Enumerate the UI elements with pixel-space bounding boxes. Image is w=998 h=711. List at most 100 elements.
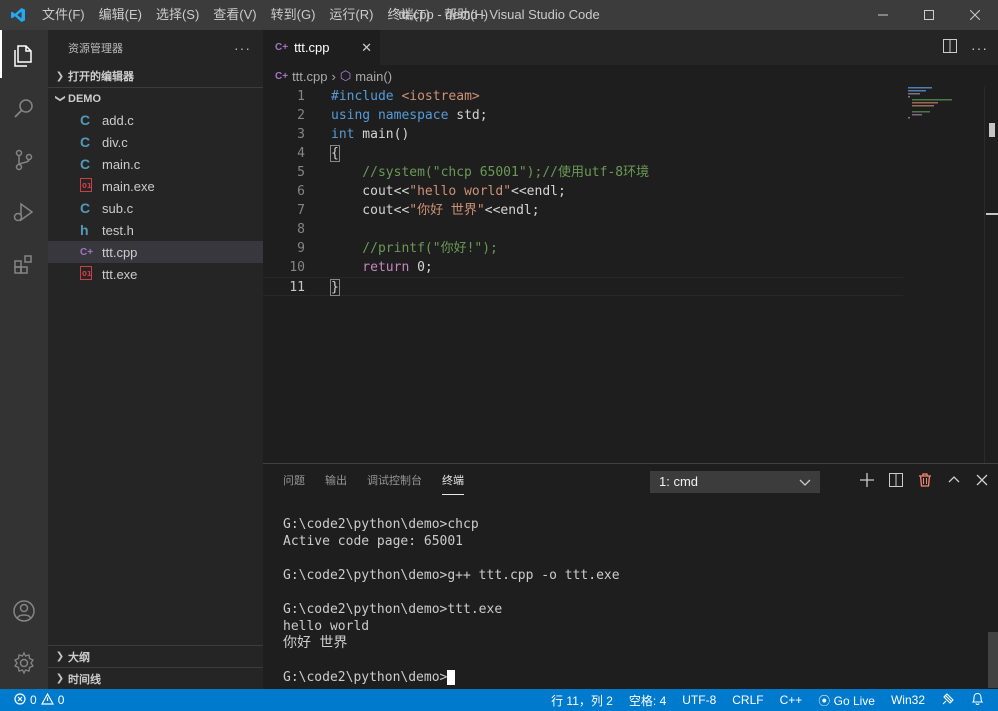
file-item-main-exe[interactable]: 01 main.exe [48,175,263,197]
panel-tabs: 问题 输出 调试控制台 终端 [263,464,484,499]
file-item-ttt-exe[interactable]: 01 ttt.exe [48,263,263,285]
file-item-sub-c[interactable]: Csub.c [48,197,263,219]
settings-gear-icon[interactable] [0,637,48,689]
file-item-add-c[interactable]: Cadd.c [48,109,263,131]
cpp-file-icon: C+ [275,42,289,53]
file-item-test-h[interactable]: h test.h [48,219,263,241]
line-number: 10 [289,260,305,275]
more-actions-icon[interactable]: ··· [234,40,251,56]
language-mode[interactable]: C++ [780,693,803,707]
search-icon[interactable] [0,82,48,134]
file-list: Cadd.c Cdiv.c Cmain.c 01 main.exe Csub.c … [48,109,263,285]
more-actions-icon[interactable]: ··· [971,40,988,56]
code-token: <<endl; [484,203,540,218]
line-number: 8 [297,222,305,237]
c-file-icon: C [80,156,91,172]
menu-file[interactable]: 文件(F) [35,0,92,30]
close-icon[interactable]: ✕ [361,40,372,56]
timeline-label: 时间线 [68,673,101,686]
line-number: 9 [297,241,305,256]
folder-section-demo[interactable]: ❯ DEMO [48,87,263,109]
menu-edit[interactable]: 编辑(E) [92,0,149,30]
minimap[interactable] [908,87,988,463]
indentation[interactable]: 空格: 4 [629,692,666,709]
cursor-position[interactable]: 行 11，列 2 [551,692,613,709]
activity-bar [0,30,48,689]
chevron-down-icon [799,472,811,498]
tab-terminal[interactable]: 终端 [442,464,464,499]
file-item-ttt-cpp[interactable]: C+ ttt.cpp [48,241,263,263]
encoding[interactable]: UTF-8 [682,693,716,707]
split-editor-icon[interactable] [943,39,957,56]
go-live-button[interactable]: ⦿ Go Live [818,692,875,709]
exe-file-icon: 01 [80,265,102,283]
source-control-icon[interactable] [0,134,48,186]
code-token: cout<< [331,184,410,199]
cpp-file-icon: C+ [275,70,289,82]
window-controls [860,0,998,30]
menu-bar: 文件(F) 编辑(E) 选择(S) 查看(V) 转到(G) 运行(R) 终端(T… [35,0,495,30]
file-name: ttt.exe [102,266,138,282]
tab-debug-console[interactable]: 调试控制台 [367,464,422,499]
terminal-select[interactable]: 1: cmd [650,471,820,493]
notifications-bell-icon[interactable] [971,692,984,709]
account-icon[interactable] [0,585,48,637]
split-terminal-icon[interactable] [889,473,903,490]
menu-go[interactable]: 转到(G) [264,0,323,30]
breadcrumb-file[interactable]: ttt.cpp [292,69,327,84]
maximize-panel-chevron-up-icon[interactable] [947,473,961,490]
platform[interactable]: Win32 [891,693,925,707]
terminal-output[interactable]: G:\code2\python\demo>chcp Active code pa… [283,516,620,686]
code-token: "你好 世界" [409,203,485,218]
code-token: main() [354,127,410,142]
menu-view[interactable]: 查看(V) [206,0,263,30]
code-editor[interactable]: 1 #include <iostream> 2 using namespace st… [263,87,998,463]
timeline-section[interactable]: ❯ 时间线 [48,667,263,689]
terminal-scrollbar[interactable] [988,632,998,688]
menu-selection[interactable]: 选择(S) [149,0,206,30]
outline-label: 大纲 [68,651,90,664]
code-token: using [331,108,371,123]
file-name: div.c [102,134,128,150]
explorer-icon[interactable] [0,30,48,82]
tab-output[interactable]: 输出 [325,464,347,499]
editor-tab-bar: C+ ttt.cpp ✕ ··· [263,30,998,65]
code-token: <iostream> [401,89,480,104]
code-token: int [331,127,355,142]
outline-section[interactable]: ❯ 大纲 [48,645,263,667]
menu-terminal[interactable]: 终端(T) [380,0,437,30]
file-name: main.exe [102,178,155,194]
problems-status[interactable]: 0 0 [0,692,64,708]
file-name: ttt.cpp [102,244,138,260]
svg-text:01: 01 [82,182,92,190]
chevron-right-icon: ❯ [55,651,65,662]
kill-terminal-trash-icon[interactable] [918,473,932,490]
close-panel-icon[interactable] [976,474,988,489]
line-number: 1 [297,89,305,104]
code-token: cout<< [331,203,410,218]
run-debug-icon[interactable] [0,186,48,238]
maximize-button[interactable] [906,0,952,30]
method-icon: ⬡ [339,68,352,83]
close-window-button[interactable] [952,0,998,30]
minimize-button[interactable] [860,0,906,30]
menu-run[interactable]: 运行(R) [322,0,380,30]
menu-help[interactable]: 帮助(H) [437,0,495,30]
editor-scrollbar[interactable] [984,87,998,463]
new-terminal-icon[interactable] [860,473,874,490]
breadcrumb-symbol[interactable]: main() [355,69,392,84]
tab-problems[interactable]: 问题 [283,464,305,499]
terminal-prompt-line: G:\code2\python\demo> [283,669,620,686]
extensions-icon[interactable] [0,238,48,290]
file-item-main-c[interactable]: Cmain.c [48,153,263,175]
open-editors-section[interactable]: ❯ 打开的编辑器 [48,65,263,87]
file-item-div-c[interactable]: Cdiv.c [48,131,263,153]
terminal-line: 你好 世界 [283,635,348,651]
feedback-icon[interactable] [941,692,955,709]
end-of-line[interactable]: CRLF [732,693,763,707]
broadcast-icon: ⦿ [818,693,834,708]
code-token: namespace [370,108,449,123]
code-token: #include [331,89,402,104]
tab-ttt-cpp[interactable]: C+ ttt.cpp ✕ [263,30,380,65]
